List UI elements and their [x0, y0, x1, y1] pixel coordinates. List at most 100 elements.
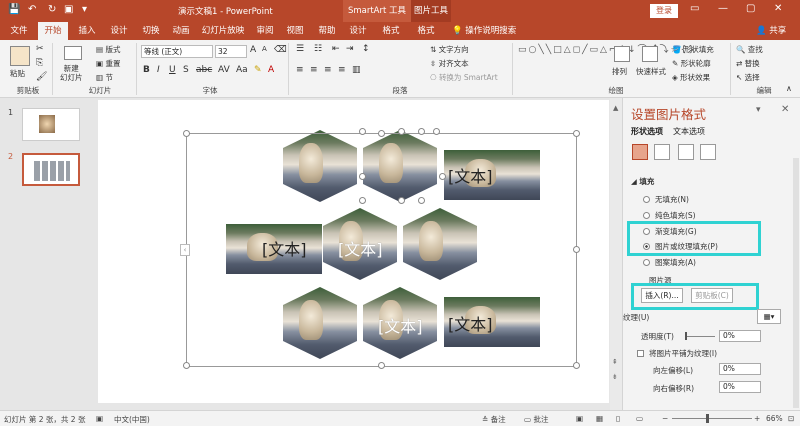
- fill-section-header[interactable]: ◢ 填充: [631, 176, 654, 187]
- customize-qat-icon[interactable]: ▾: [82, 4, 87, 15]
- slide-thumbnail-2[interactable]: [22, 153, 80, 186]
- tile-checkbox[interactable]: 将图片平铺为纹理(I): [637, 348, 717, 359]
- shape-handle[interactable]: [439, 173, 446, 180]
- replace-button[interactable]: ⇄ 替换: [736, 58, 760, 69]
- shape-outline-button[interactable]: ✎ 形状轮廓: [672, 58, 711, 69]
- font-color-icon[interactable]: A: [268, 65, 274, 75]
- slideshow-view-icon[interactable]: ▭: [636, 414, 643, 423]
- quick-styles-icon[interactable]: [642, 46, 658, 62]
- collapse-ribbon-icon[interactable]: ∧: [786, 84, 792, 93]
- convert-smartart-button[interactable]: ⎔ 转换为 SmartArt: [430, 72, 498, 83]
- reset-button[interactable]: ▣ 重置: [96, 58, 120, 69]
- new-slide-icon[interactable]: [64, 46, 82, 60]
- tab-review[interactable]: 审阅: [250, 22, 280, 40]
- format-painter-icon[interactable]: 🖌: [36, 72, 47, 82]
- bold-icon[interactable]: B: [143, 65, 150, 75]
- share-button[interactable]: 👤 共享: [756, 22, 786, 40]
- close-icon[interactable]: ✕: [774, 3, 782, 14]
- align-left-icon[interactable]: ≡: [296, 65, 304, 75]
- justify-icon[interactable]: ≡: [338, 65, 346, 75]
- arrange-icon[interactable]: [614, 46, 630, 62]
- zoom-slider-knob[interactable]: [706, 414, 709, 423]
- char-spacing-icon[interactable]: AV: [218, 65, 230, 75]
- size-properties-icon[interactable]: [678, 144, 694, 160]
- decrease-font-icon[interactable]: A: [262, 45, 267, 53]
- resize-handle[interactable]: [183, 130, 190, 137]
- ribbon-display-icon[interactable]: ▭: [690, 3, 699, 14]
- copy-icon[interactable]: ⎘: [36, 58, 43, 68]
- resize-handle[interactable]: [573, 130, 580, 137]
- tab-help[interactable]: 帮助: [312, 22, 342, 40]
- select-button[interactable]: ↖ 选择: [736, 72, 760, 83]
- minimize-icon[interactable]: —: [718, 3, 728, 14]
- font-name-combo[interactable]: 等线 (正文): [141, 45, 213, 58]
- smartart-selection-frame[interactable]: [186, 133, 577, 367]
- tab-design[interactable]: 设计: [104, 22, 134, 40]
- section-button[interactable]: ▥ 节: [96, 72, 113, 83]
- option-solid-fill[interactable]: 纯色填充(S): [643, 210, 696, 221]
- underline-icon[interactable]: U: [169, 65, 176, 75]
- resize-handle[interactable]: [573, 246, 580, 253]
- zoom-level[interactable]: 66%: [766, 414, 783, 423]
- spellcheck-icon[interactable]: ▣: [96, 414, 103, 423]
- shape-handle[interactable]: [398, 197, 405, 204]
- columns-icon[interactable]: ▥: [352, 65, 361, 75]
- texture-dropdown[interactable]: ▦▾: [757, 309, 781, 324]
- tab-file[interactable]: 文件: [4, 22, 34, 40]
- fill-line-icon[interactable]: [632, 144, 648, 160]
- reading-view-icon[interactable]: ▯: [616, 414, 620, 423]
- language-indicator[interactable]: 中文(中国): [114, 414, 150, 425]
- quick-styles-button[interactable]: 快速样式: [636, 66, 666, 77]
- find-button[interactable]: 🔍 查找: [736, 44, 763, 55]
- offset-right-input[interactable]: 0%: [719, 381, 761, 393]
- strikethrough-icon[interactable]: abc: [196, 65, 212, 75]
- next-slide-icon[interactable]: ⇟: [612, 373, 618, 381]
- font-size-combo[interactable]: 32: [215, 45, 247, 58]
- option-no-fill[interactable]: 无填充(N): [643, 194, 689, 205]
- line-spacing-icon[interactable]: ↕: [362, 44, 370, 54]
- resize-handle[interactable]: [573, 362, 580, 369]
- picture-icon[interactable]: [700, 144, 716, 160]
- zoom-in-icon[interactable]: +: [754, 414, 760, 423]
- italic-icon[interactable]: I: [157, 65, 160, 75]
- increase-indent-icon[interactable]: ⇥: [346, 44, 354, 54]
- tab-animations[interactable]: 动画: [166, 22, 196, 40]
- login-button[interactable]: 登录: [650, 4, 678, 18]
- tab-shape-options[interactable]: 形状选项: [631, 126, 663, 137]
- slide-scrollbar[interactable]: ▲ ⇞ ⇟: [610, 98, 622, 410]
- tab-smartart-design[interactable]: 设计: [343, 22, 373, 40]
- tab-picture-format[interactable]: 格式: [411, 22, 441, 40]
- notes-button[interactable]: ≙ 备注: [482, 414, 506, 425]
- tell-me-search[interactable]: 💡 操作说明搜索: [452, 22, 516, 40]
- numbering-icon[interactable]: ☷: [314, 44, 322, 54]
- zoom-out-icon[interactable]: −: [662, 414, 668, 423]
- transparency-slider[interactable]: [685, 336, 715, 337]
- zoom-slider[interactable]: [672, 418, 752, 419]
- shape-handle[interactable]: [359, 197, 366, 204]
- shapes-gallery[interactable]: ▭○╲╲□△◻╱▭△⌐↑↓⌒⤴⤵☆{}: [518, 44, 694, 82]
- slide-sorter-icon[interactable]: ▦: [596, 414, 603, 423]
- align-center-icon[interactable]: ≡: [310, 65, 318, 75]
- prev-slide-icon[interactable]: ⇞: [612, 358, 618, 366]
- clear-format-icon[interactable]: ⌫: [274, 45, 287, 55]
- resize-handle[interactable]: [183, 362, 190, 369]
- align-right-icon[interactable]: ≡: [324, 65, 332, 75]
- bullets-icon[interactable]: ☰: [296, 44, 304, 54]
- tab-slideshow[interactable]: 幻灯片放映: [198, 22, 248, 40]
- arrange-button[interactable]: 排列: [612, 66, 627, 77]
- decrease-indent-icon[interactable]: ⇤: [332, 44, 340, 54]
- transparency-slider-knob[interactable]: [685, 332, 687, 340]
- paste-label[interactable]: 粘贴: [10, 68, 25, 79]
- layout-button[interactable]: ▤ 版式: [96, 44, 120, 55]
- tab-transitions[interactable]: 切换: [136, 22, 166, 40]
- present-icon[interactable]: ▣: [64, 4, 73, 15]
- shape-handle[interactable]: [359, 128, 366, 135]
- align-text-button[interactable]: ⇳ 对齐文本: [430, 58, 469, 69]
- resize-handle[interactable]: [378, 130, 385, 137]
- shape-handle[interactable]: [418, 128, 425, 135]
- resize-handle[interactable]: [378, 362, 385, 369]
- tab-text-options[interactable]: 文本选项: [673, 126, 705, 137]
- redo-icon[interactable]: ↻: [48, 4, 56, 15]
- shape-handle[interactable]: [418, 197, 425, 204]
- paste-icon[interactable]: [10, 46, 30, 66]
